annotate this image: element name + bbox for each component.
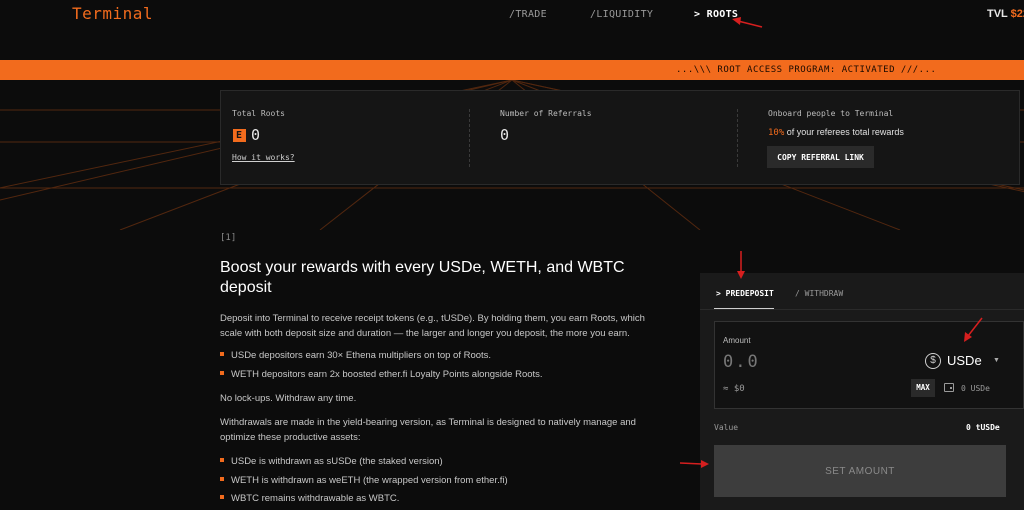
annotation-arrows <box>679 17 983 468</box>
